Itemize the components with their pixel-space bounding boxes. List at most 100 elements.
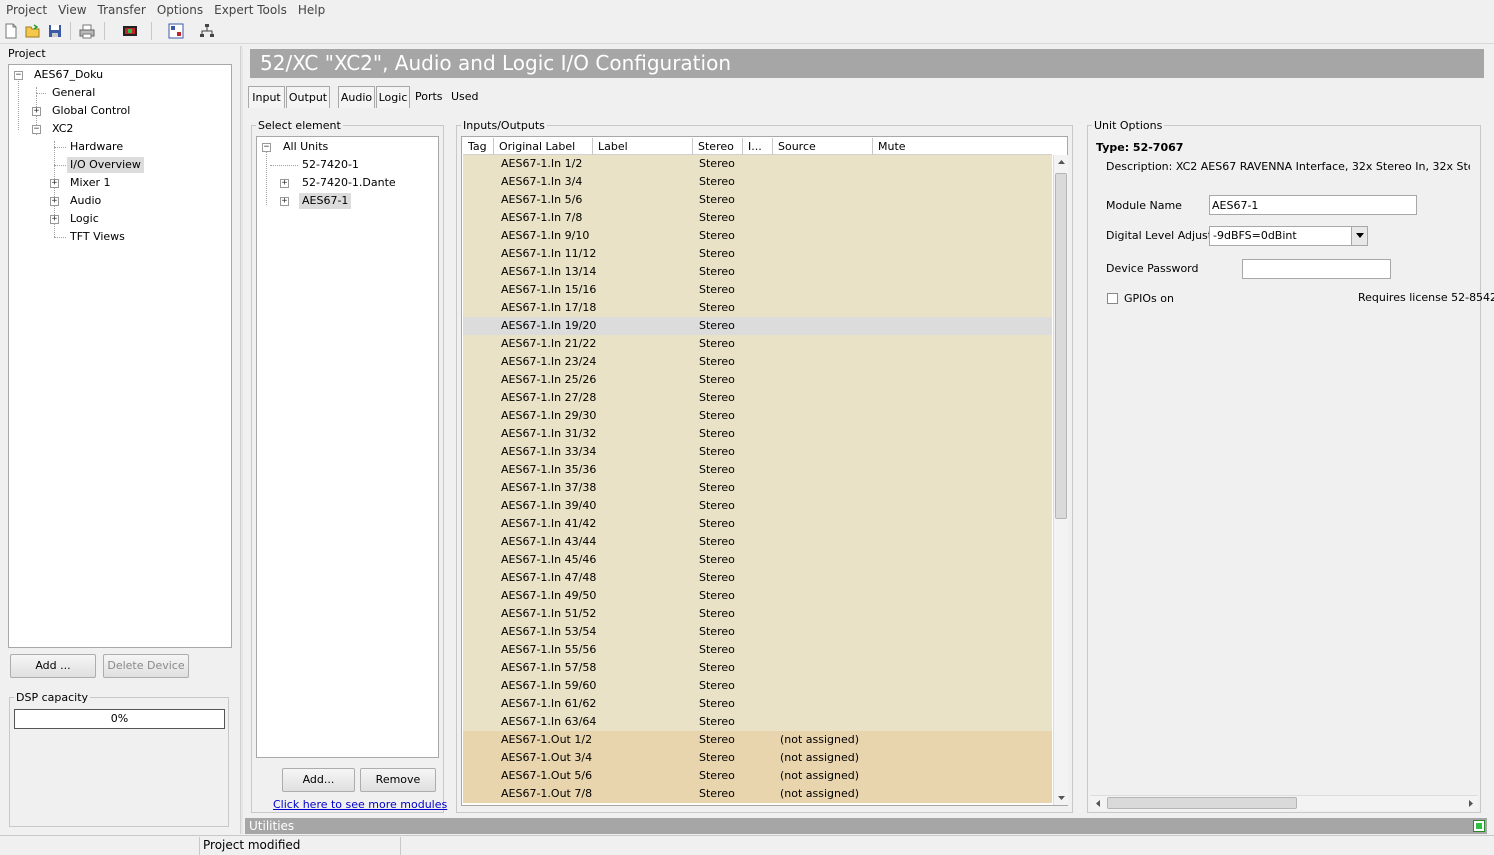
table-row[interactable]: AES67-1.In 47/48 Stereo [463, 569, 1052, 587]
table-row[interactable]: AES67-1.In 13/14 Stereo [463, 263, 1052, 281]
column-i[interactable]: I... [743, 138, 773, 155]
table-row[interactable]: AES67-1.Out 1/2 Stereo (not assigned) [463, 731, 1052, 749]
table-row[interactable]: AES67-1.In 53/54 Stereo [463, 623, 1052, 641]
table-row[interactable]: AES67-1.In 45/46 Stereo [463, 551, 1052, 569]
table-row[interactable]: AES67-1.In 35/36 Stereo [463, 461, 1052, 479]
table-row[interactable]: AES67-1.In 59/60 Stereo [463, 677, 1052, 695]
scroll-left-icon[interactable] [1094, 799, 1102, 808]
table-row[interactable]: AES67-1.In 5/6 Stereo [463, 191, 1052, 209]
table-row[interactable]: AES67-1.In 19/20 Stereo [463, 317, 1052, 335]
table-row[interactable]: AES67-1.In 17/18 Stereo [463, 299, 1052, 317]
menu-transfer[interactable]: Transfer [92, 3, 151, 17]
remove-module-button[interactable]: Remove [360, 768, 436, 792]
tab-audio[interactable]: Audio [338, 86, 375, 108]
table-row[interactable]: AES67-1.In 37/38 Stereo [463, 479, 1052, 497]
scroll-down-icon[interactable] [1057, 793, 1066, 802]
utilities-toggle-icon[interactable] [1473, 820, 1485, 832]
splitter[interactable] [240, 46, 243, 834]
tab-ports[interactable]: Ports [415, 86, 443, 108]
tree-item-io-overview[interactable]: I/O Overview [67, 157, 144, 173]
io-scrollbar[interactable] [1053, 155, 1068, 805]
tab-output[interactable]: Output [286, 86, 330, 108]
menu-expert-tools[interactable]: Expert Tools [208, 3, 292, 17]
add-device-button[interactable]: Add ... [10, 654, 96, 678]
collapse-icon[interactable]: − [32, 125, 41, 134]
print-icon[interactable] [79, 23, 95, 39]
menu-project[interactable]: Project [0, 3, 52, 17]
table-row[interactable]: AES67-1.In 33/34 Stereo [463, 443, 1052, 461]
table-row[interactable]: AES67-1.In 39/40 Stereo [463, 497, 1052, 515]
tree-item-all-units[interactable]: All Units [283, 139, 328, 155]
delete-device-button[interactable]: Delete Device [103, 654, 189, 678]
tree-item-unit-dante[interactable]: 52-7420-1.Dante [302, 175, 396, 191]
table-row[interactable]: AES67-1.In 27/28 Stereo [463, 389, 1052, 407]
digital-level-select[interactable]: -9dBFS=0dBint [1209, 226, 1368, 246]
module-name-input[interactable] [1209, 195, 1417, 215]
gpios-checkbox[interactable] [1107, 293, 1118, 304]
table-row[interactable]: AES67-1.Out 7/8 Stereo (not assigned) [463, 785, 1052, 803]
tree-item-xc2[interactable]: XC2 [52, 121, 73, 137]
source-cell[interactable]: (not assigned) [780, 767, 859, 785]
table-row[interactable]: AES67-1.In 23/24 Stereo [463, 353, 1052, 371]
table-row[interactable]: AES67-1.In 57/58 Stereo [463, 659, 1052, 677]
table-row[interactable]: AES67-1.In 51/52 Stereo [463, 605, 1052, 623]
expand-icon[interactable]: + [280, 197, 289, 206]
expand-icon[interactable]: + [50, 179, 59, 188]
unit-options-scrollbar[interactable] [1090, 795, 1478, 810]
column-tag[interactable]: Tag [463, 138, 494, 155]
column-original-label[interactable]: Original Label [494, 138, 593, 155]
save-icon[interactable] [47, 23, 63, 39]
table-row[interactable]: AES67-1.In 11/12 Stereo [463, 245, 1052, 263]
device-password-input[interactable] [1242, 259, 1391, 279]
column-source[interactable]: Source [773, 138, 873, 155]
collapse-icon[interactable]: − [262, 143, 271, 152]
tree-item-global-control[interactable]: Global Control [52, 103, 130, 119]
connect-icon[interactable] [122, 23, 138, 39]
column-mute[interactable]: Mute [873, 138, 1052, 155]
tab-used[interactable]: Used [451, 86, 479, 108]
new-icon[interactable] [3, 23, 19, 39]
io-scroll-thumb[interactable] [1055, 173, 1067, 519]
menu-options[interactable]: Options [151, 3, 208, 17]
source-cell[interactable]: (not assigned) [780, 749, 859, 767]
table-row[interactable]: AES67-1.In 9/10 Stereo [463, 227, 1052, 245]
table-row[interactable]: AES67-1.In 21/22 Stereo [463, 335, 1052, 353]
tab-logic[interactable]: Logic [376, 86, 410, 108]
tree-item-mixer[interactable]: Mixer 1 [70, 175, 111, 191]
tree-item-logic[interactable]: Logic [70, 211, 99, 227]
table-row[interactable]: AES67-1.Out 5/6 Stereo (not assigned) [463, 767, 1052, 785]
table-row[interactable]: AES67-1.In 43/44 Stereo [463, 533, 1052, 551]
table-row[interactable]: AES67-1.In 29/30 Stereo [463, 407, 1052, 425]
tree-item-unit-52-7420-1[interactable]: 52-7420-1 [302, 157, 359, 173]
expand-icon[interactable]: + [32, 107, 41, 116]
table-row[interactable]: AES67-1.In 61/62 Stereo [463, 695, 1052, 713]
utilities-bar[interactable]: Utilities [245, 818, 1487, 834]
open-icon[interactable] [25, 23, 41, 39]
table-row[interactable]: AES67-1.In 63/64 Stereo [463, 713, 1052, 731]
table-row[interactable]: AES67-1.Out 3/4 Stereo (not assigned) [463, 749, 1052, 767]
source-cell[interactable]: (not assigned) [780, 785, 859, 803]
table-row[interactable]: AES67-1.In 1/2 Stereo [463, 155, 1052, 173]
unit-options-scroll-thumb[interactable] [1107, 797, 1297, 809]
scroll-up-icon[interactable] [1057, 158, 1066, 167]
table-row[interactable]: AES67-1.In 3/4 Stereo [463, 173, 1052, 191]
tree-item-hardware[interactable]: Hardware [70, 139, 123, 155]
table-row[interactable]: AES67-1.In 7/8 Stereo [463, 209, 1052, 227]
menu-help[interactable]: Help [292, 3, 330, 17]
source-cell[interactable]: (not assigned) [780, 731, 859, 749]
expand-icon[interactable]: + [50, 197, 59, 206]
settings-icon[interactable] [168, 23, 184, 39]
table-row[interactable]: AES67-1.In 55/56 Stereo [463, 641, 1052, 659]
table-row[interactable]: AES67-1.In 49/50 Stereo [463, 587, 1052, 605]
more-modules-link[interactable]: Click here to see more modules [273, 798, 447, 811]
tree-item-tft-views[interactable]: TFT Views [70, 229, 125, 245]
table-row[interactable]: AES67-1.In 31/32 Stereo [463, 425, 1052, 443]
menu-view[interactable]: View [52, 3, 91, 17]
table-row[interactable]: AES67-1.In 41/42 Stereo [463, 515, 1052, 533]
collapse-icon[interactable]: − [14, 71, 23, 80]
tree-item-project-root[interactable]: AES67_Doku [34, 67, 103, 83]
tree-item-unit-aes67[interactable]: AES67-1 [299, 193, 352, 209]
add-module-button[interactable]: Add... [282, 768, 355, 792]
network-icon[interactable] [199, 23, 215, 39]
tab-input[interactable]: Input [248, 86, 285, 108]
